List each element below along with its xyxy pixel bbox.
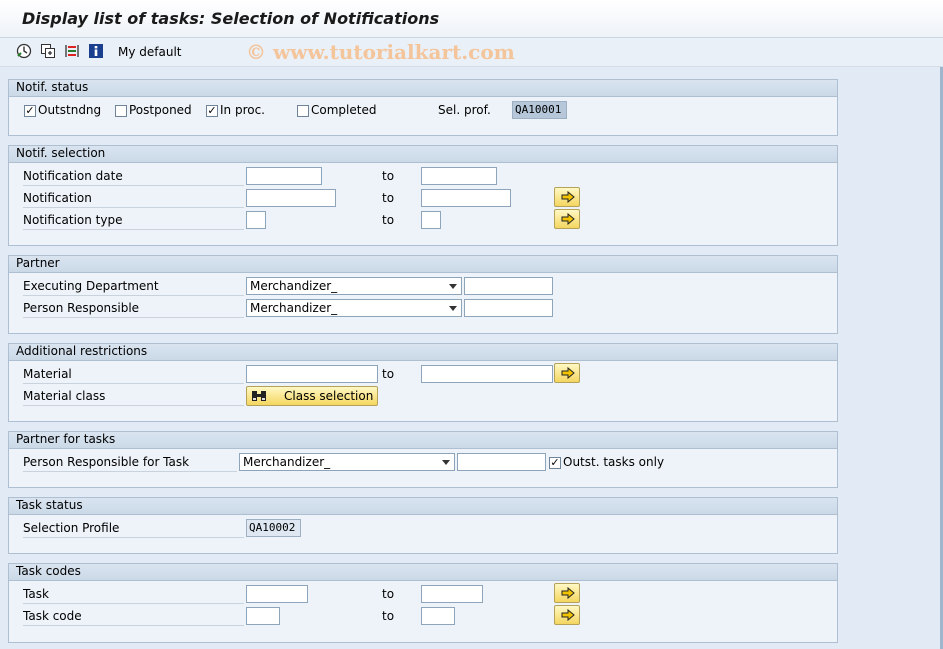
arrow-right-icon [561, 191, 575, 203]
binoculars-icon [251, 389, 267, 408]
notification-date-to-input[interactable] [421, 167, 497, 185]
notification-multiple-selection-button[interactable] [554, 187, 580, 207]
completed-label: Completed [311, 103, 377, 117]
postponed-label: Postponed [129, 103, 192, 117]
person-responsible-dropdown[interactable]: Merchandizer_ [246, 299, 462, 317]
completed-checkbox[interactable] [297, 105, 309, 117]
in-process-label: In proc. [220, 103, 265, 117]
to-label: to [382, 587, 395, 601]
executing-department-input[interactable] [464, 277, 553, 295]
execute-icon[interactable] [16, 43, 32, 59]
person-responsible-label: Person Responsible [23, 300, 244, 318]
chevron-down-icon [449, 306, 457, 311]
notification-type-to-input[interactable] [421, 211, 441, 229]
executing-department-label: Executing Department [23, 278, 244, 296]
to-label: to [382, 609, 395, 623]
class-selection-label: Class selection [284, 389, 374, 403]
selection-profile-field: QA10002 [246, 519, 301, 537]
person-responsible-task-dropdown[interactable]: Merchandizer_ [239, 453, 455, 471]
material-multiple-selection-button[interactable] [554, 363, 580, 383]
notification-from-input[interactable] [246, 189, 336, 207]
additional-restrictions-header: Additional restrictions [9, 344, 837, 361]
material-class-label: Material class [23, 388, 244, 406]
selection-options-icon[interactable] [64, 43, 80, 59]
task-to-input[interactable] [421, 585, 483, 603]
task-code-multiple-selection-button[interactable] [554, 605, 580, 625]
arrow-right-icon [561, 609, 575, 621]
task-codes-header: Task codes [9, 564, 837, 581]
arrow-right-icon [561, 213, 575, 225]
notif-status-header: Notif. status [9, 80, 837, 97]
executing-department-dropdown[interactable]: Merchandizer_ [246, 277, 462, 295]
sel-prof-label: Sel. prof. [438, 103, 491, 117]
person-responsible-input[interactable] [464, 299, 553, 317]
watermark-text: © www.tutorialkart.com [246, 40, 515, 64]
outstanding-label: Outstndng [38, 103, 102, 117]
outst-tasks-only-label: Outst. tasks only [563, 455, 665, 469]
task-from-input[interactable] [246, 585, 308, 603]
material-to-input[interactable] [421, 365, 553, 383]
chevron-down-icon [449, 284, 457, 289]
chevron-down-icon [442, 460, 450, 465]
task-status-header: Task status [9, 498, 837, 515]
arrow-right-icon [561, 587, 575, 599]
title-bar: Display list of tasks: Selection of Noti… [0, 0, 943, 38]
postponed-checkbox[interactable] [115, 105, 127, 117]
information-icon[interactable] [88, 43, 104, 59]
notification-date-label: Notification date [23, 168, 244, 186]
person-responsible-task-label: Person Responsible for Task [23, 454, 237, 472]
executing-department-value: Merchandizer_ [250, 279, 338, 293]
arrow-right-icon [561, 367, 575, 379]
task-code-label: Task code [23, 608, 244, 626]
to-label: to [382, 213, 395, 227]
outstanding-checkbox[interactable]: ✓ [24, 105, 36, 117]
notif-selection-header: Notif. selection [9, 146, 837, 163]
to-label: to [382, 367, 395, 381]
notification-type-label: Notification type [23, 212, 244, 230]
material-label: Material [23, 366, 244, 384]
task-label: Task [23, 586, 244, 604]
person-responsible-task-value: Merchandizer_ [243, 455, 331, 469]
task-code-from-input[interactable] [246, 607, 280, 625]
person-responsible-value: Merchandizer_ [250, 301, 338, 315]
sel-prof-field: QA10001 [512, 101, 567, 119]
my-default-variant[interactable]: My default [118, 45, 182, 59]
notification-type-multiple-selection-button[interactable] [554, 209, 580, 229]
task-multiple-selection-button[interactable] [554, 583, 580, 603]
in-process-checkbox[interactable]: ✓ [206, 105, 218, 117]
notification-date-from-input[interactable] [246, 167, 322, 185]
get-variant-icon[interactable] [40, 43, 56, 59]
outst-tasks-only-checkbox[interactable]: ✓ [549, 457, 561, 469]
partner-header: Partner [9, 256, 837, 273]
task-code-to-input[interactable] [421, 607, 455, 625]
material-from-input[interactable] [246, 365, 378, 383]
to-label: to [382, 169, 395, 183]
notification-type-from-input[interactable] [246, 211, 266, 229]
to-label: to [382, 191, 395, 205]
partner-for-tasks-header: Partner for tasks [9, 432, 837, 449]
notification-to-input[interactable] [421, 189, 511, 207]
page-title: Display list of tasks: Selection of Noti… [22, 9, 440, 28]
class-selection-button[interactable]: Class selection [246, 386, 378, 406]
notification-label: Notification [23, 190, 244, 208]
selection-profile-label: Selection Profile [23, 520, 244, 538]
person-responsible-task-input[interactable] [457, 453, 546, 471]
